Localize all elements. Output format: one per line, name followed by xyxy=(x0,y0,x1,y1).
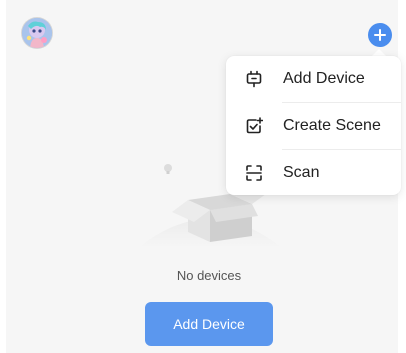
add-menu-button[interactable] xyxy=(368,23,392,47)
menu-item-label: Add Device xyxy=(283,70,365,87)
menu-item-add-device[interactable]: Add Device xyxy=(226,56,401,102)
menu-item-scan[interactable]: Scan xyxy=(226,150,401,196)
home-screen: No devices Add Device Add Device Create … xyxy=(0,0,406,353)
menu-item-label: Scan xyxy=(283,164,320,181)
menu-item-create-scene[interactable]: Create Scene xyxy=(226,103,401,149)
avatar[interactable] xyxy=(22,18,52,48)
menu-item-label: Create Scene xyxy=(283,117,381,134)
empty-state-message: No devices xyxy=(176,268,242,283)
create-scene-icon xyxy=(244,116,264,136)
add-popup-menu: Add Device Create Scene Scan xyxy=(226,56,401,195)
popup-arrow xyxy=(372,49,386,56)
add-device-button[interactable]: Add Device xyxy=(145,302,273,346)
avatar-image-icon xyxy=(22,18,52,48)
plus-icon xyxy=(374,29,386,41)
scan-icon xyxy=(244,163,264,183)
add-device-icon xyxy=(244,69,264,89)
left-edge xyxy=(0,0,6,353)
